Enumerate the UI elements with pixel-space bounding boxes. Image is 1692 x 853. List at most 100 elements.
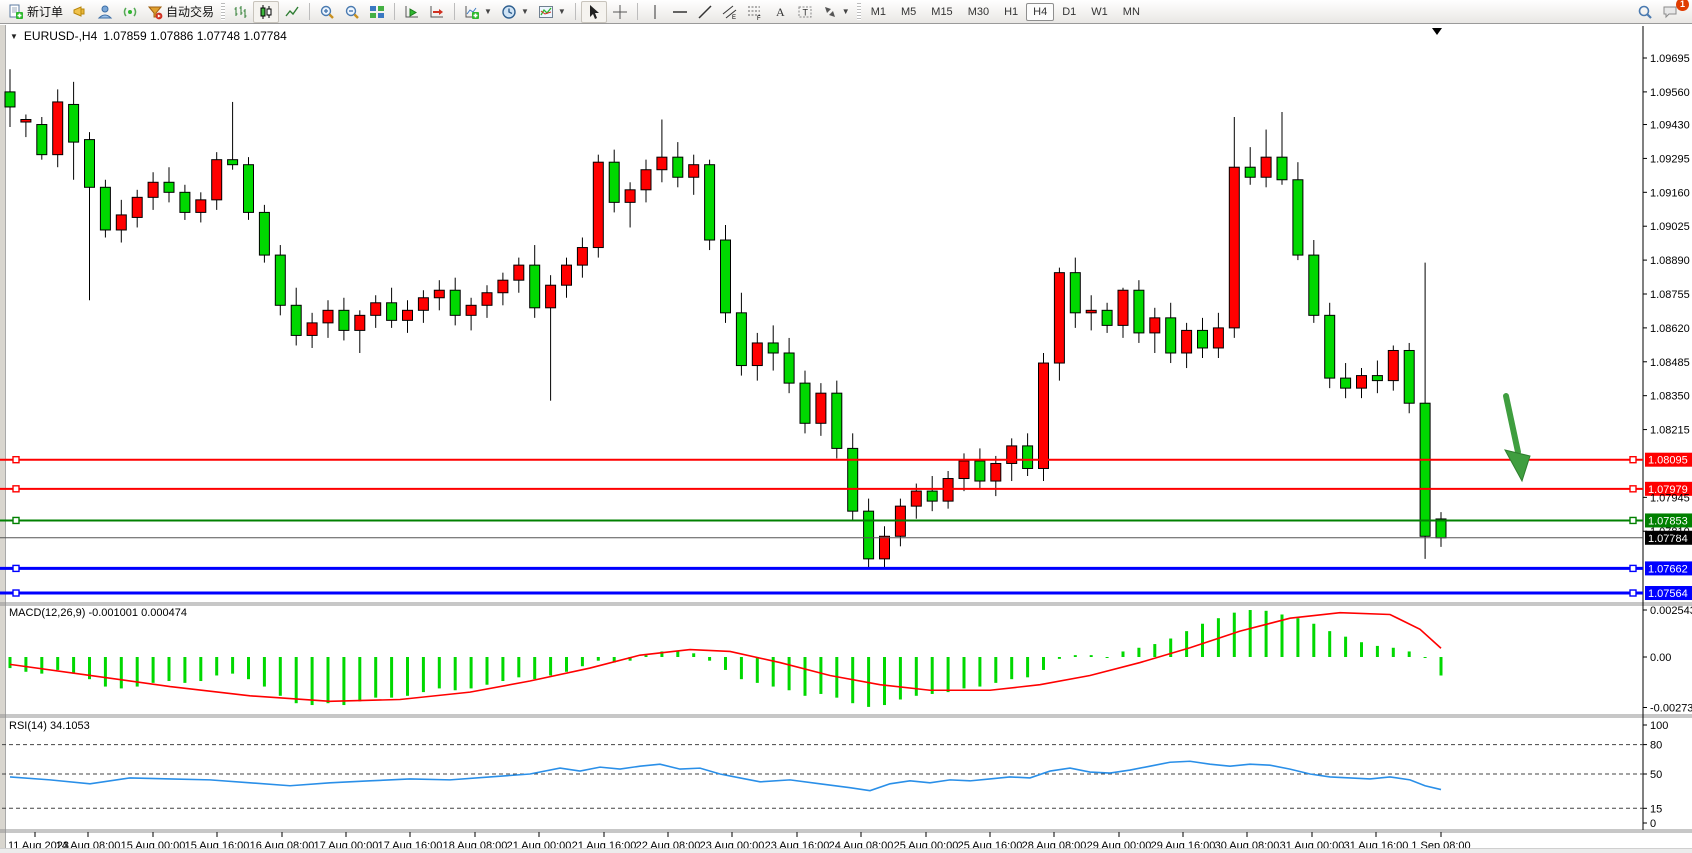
tab-timeframe-w1[interactable]: W1	[1084, 3, 1115, 21]
crosshair-button[interactable]	[608, 2, 632, 22]
candle-body	[1166, 318, 1176, 353]
trendline-button[interactable]	[693, 2, 717, 22]
tab-timeframe-h4[interactable]: H4	[1026, 3, 1054, 21]
bar-chart-icon	[232, 4, 248, 20]
candle-body	[1245, 167, 1255, 177]
fibonacci-button[interactable]: F	[743, 2, 767, 22]
line-anchor-handle	[13, 517, 19, 523]
candlestick-chart-button[interactable]	[253, 1, 279, 23]
svg-text:1.09430: 1.09430	[1650, 120, 1690, 132]
chart-shift-button[interactable]	[425, 2, 449, 22]
search-button[interactable]	[1633, 2, 1657, 22]
candle-body	[1293, 180, 1303, 255]
tab-timeframe-m5[interactable]: M5	[894, 3, 923, 21]
auto-trading-label: 自动交易	[166, 3, 214, 20]
macd-bar	[486, 657, 489, 685]
candle-body	[721, 240, 731, 313]
rsi-line	[10, 761, 1441, 790]
macd-bar	[406, 657, 409, 696]
chart-dropdown-icon[interactable]: ▼	[10, 32, 18, 41]
down-arrow-icon[interactable]	[1506, 396, 1518, 452]
zoom-in-button[interactable]	[315, 2, 339, 22]
macd-bar	[645, 655, 648, 657]
text-button[interactable]: A	[768, 2, 792, 22]
periods-button[interactable]: ▼	[497, 2, 533, 22]
macd-bar	[1360, 642, 1363, 657]
line-anchor-handle	[1630, 517, 1636, 523]
svg-text:1.07945: 1.07945	[1650, 492, 1690, 504]
templates-button[interactable]: ▼	[534, 2, 570, 22]
line-anchor-handle	[13, 590, 19, 596]
svg-text:1.08350: 1.08350	[1650, 391, 1690, 403]
tab-timeframe-d1[interactable]: D1	[1055, 3, 1083, 21]
macd-bar	[1440, 657, 1443, 675]
macd-bar	[1153, 644, 1156, 657]
new-order-icon	[8, 4, 24, 20]
channel-button[interactable]: E	[718, 2, 742, 22]
svg-text:1.09160: 1.09160	[1650, 187, 1690, 199]
candle-body	[1372, 376, 1382, 381]
candle-body	[848, 448, 858, 511]
candle-body	[752, 343, 762, 366]
zoom-in-icon	[319, 4, 335, 20]
candle-body	[116, 215, 126, 230]
macd-bar	[947, 657, 950, 692]
macd-bar	[1010, 657, 1013, 679]
signal-button[interactable]	[118, 2, 142, 22]
bar-chart-button[interactable]	[228, 2, 252, 22]
macd-bar	[1058, 657, 1061, 659]
arrows-tool-button[interactable]: ▼	[818, 2, 854, 22]
auto-scroll-button[interactable]	[400, 2, 424, 22]
macd-bar	[454, 657, 457, 690]
zoom-out-button[interactable]	[340, 2, 364, 22]
tab-timeframe-m15[interactable]: M15	[924, 3, 959, 21]
candle-body	[466, 305, 476, 315]
macd-bar	[1106, 657, 1109, 658]
status-strip	[0, 848, 1692, 853]
macd-bar	[390, 657, 393, 698]
market-watch-button[interactable]	[68, 2, 92, 22]
vertical-line-button[interactable]	[643, 2, 667, 22]
svg-text:1.08215: 1.08215	[1650, 425, 1690, 437]
cursor-button[interactable]	[581, 1, 607, 23]
toolbar-separator	[309, 3, 310, 20]
macd-bar	[231, 657, 234, 674]
tile-windows-button[interactable]	[365, 2, 389, 22]
candle-body	[1102, 310, 1112, 325]
tab-timeframe-m1[interactable]: M1	[864, 3, 893, 21]
auto-trading-button[interactable]: 自动交易	[143, 2, 218, 22]
macd-bar	[1137, 648, 1140, 657]
tile-windows-icon	[369, 4, 385, 20]
tab-timeframe-mn[interactable]: MN	[1116, 3, 1147, 21]
line-chart-button[interactable]	[280, 2, 304, 22]
macd-bar	[358, 657, 361, 701]
macd-bar	[788, 657, 791, 690]
macd-bar	[104, 657, 107, 687]
candle-body	[880, 536, 890, 559]
horizontal-line-button[interactable]	[668, 2, 692, 22]
indicators-button[interactable]: ▼	[460, 2, 496, 22]
candle-body	[1309, 255, 1319, 315]
profile-button[interactable]	[93, 2, 117, 22]
text-label-button[interactable]: T	[793, 2, 817, 22]
svg-text:1.08485: 1.08485	[1650, 357, 1690, 369]
macd-bar	[1201, 624, 1204, 657]
toolbar-separator	[394, 3, 395, 20]
tab-timeframe-h1[interactable]: H1	[997, 3, 1025, 21]
candle-body	[371, 303, 381, 316]
macd-bar	[438, 657, 441, 688]
mt4-window: 新订单 自动交易	[0, 0, 1692, 853]
chat-button[interactable]: 1	[1658, 2, 1682, 22]
tab-timeframe-m30[interactable]: M30	[961, 3, 996, 21]
candle-body	[1007, 446, 1017, 464]
candle-body	[959, 461, 969, 479]
macd-bar	[327, 657, 330, 703]
macd-bar	[24, 657, 27, 672]
macd-bar	[819, 657, 822, 694]
chart-canvas[interactable]: 1.080951.079791.078531.076621.075641.077…	[0, 24, 1692, 853]
new-order-button[interactable]: 新订单	[4, 2, 67, 22]
candle-body	[196, 200, 206, 213]
candle-body	[1261, 157, 1271, 177]
candle-body	[180, 192, 190, 212]
macd-bar	[549, 657, 552, 675]
